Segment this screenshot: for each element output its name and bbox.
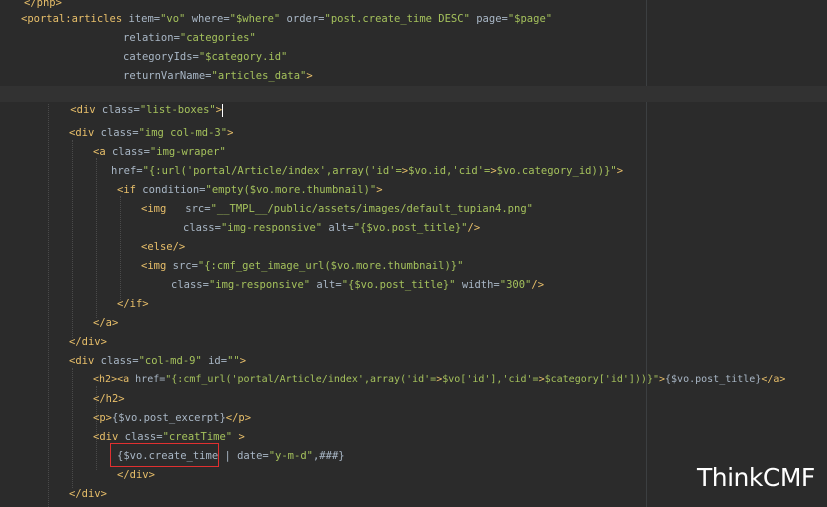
code-line[interactable]: relation="categories" xyxy=(123,30,256,46)
code-line[interactable]: </h2> xyxy=(93,391,125,407)
code-line[interactable]: <portal:articles item="vo" where="$where… xyxy=(21,11,552,27)
indent-guide xyxy=(72,368,73,488)
code-line-text: <div class="list-boxes"> xyxy=(70,104,223,116)
indent-guide xyxy=(96,158,97,318)
highlight-annotation-box xyxy=(110,443,219,467)
code-line[interactable]: </div> xyxy=(117,467,155,483)
code-line[interactable]: <a class="img-wraper" xyxy=(93,144,226,160)
code-line[interactable]: <else/> xyxy=(141,239,185,255)
code-line[interactable]: <h2><a href="{:cmf_url('portal/Article/i… xyxy=(93,372,785,388)
code-line[interactable]: </if> xyxy=(117,296,149,312)
code-line[interactable]: categoryIds="$category.id" xyxy=(123,49,287,65)
code-line-current[interactable]: <div class="list-boxes"> xyxy=(45,86,224,117)
code-line[interactable]: class="img-responsive" alt="{$vo.post_ti… xyxy=(183,220,480,236)
code-line[interactable]: returnVarName="articles_data"> xyxy=(123,68,313,84)
code-line[interactable]: <img src="{:cmf_get_image_url($vo.more.t… xyxy=(141,258,463,274)
code-line[interactable]: <img src="__TMPL__/public/assets/images/… xyxy=(141,201,533,217)
code-line[interactable]: </php> xyxy=(24,0,62,11)
code-line[interactable]: </div> xyxy=(69,486,107,502)
watermark: ThinkCMF xyxy=(697,463,815,492)
code-line[interactable]: </div> xyxy=(69,334,107,350)
code-line[interactable]: <p>{$vo.post_excerpt}</p> xyxy=(93,410,251,426)
indent-guide xyxy=(120,196,121,300)
code-line[interactable]: </a> xyxy=(93,315,118,331)
code-line[interactable]: href="{:url('portal/Article/index',array… xyxy=(111,163,623,179)
code-line[interactable]: <div class="img col-md-3"> xyxy=(69,125,233,141)
indent-guide xyxy=(48,104,49,507)
right-margin-guide xyxy=(646,0,647,507)
code-line[interactable]: <if condition="empty($vo.more.thumbnail)… xyxy=(117,182,383,198)
code-line[interactable]: class="img-responsive" alt="{$vo.post_ti… xyxy=(171,277,544,293)
text-cursor xyxy=(222,103,224,117)
code-line[interactable]: <div class="col-md-9" id=""> xyxy=(69,353,246,369)
code-editor[interactable]: </php> <portal:articles item="vo" where=… xyxy=(0,0,827,507)
indent-guide xyxy=(72,140,73,338)
